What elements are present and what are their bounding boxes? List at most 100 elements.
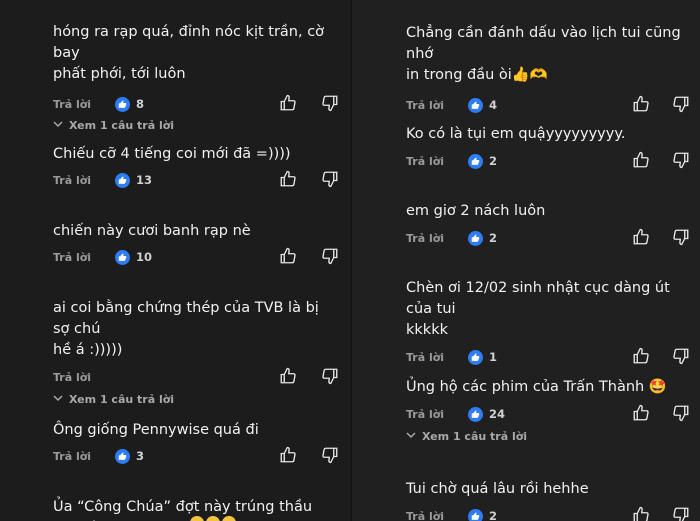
thumbs-up-icon[interactable]: [279, 247, 297, 265]
thumbs-up-icon[interactable]: [279, 446, 297, 464]
comment-item: em giơ 2 nách luôn Trả lời 2: [352, 201, 700, 249]
reply-button[interactable]: Trả lời: [406, 351, 468, 364]
like-count: 4: [489, 98, 498, 112]
like-icon: [468, 230, 483, 246]
reply-button[interactable]: Trả lời: [406, 99, 468, 112]
comment-item: Ông giống Pennywise quá đi Trả lời 3: [0, 420, 352, 467]
comment-actions: Trả lời 8: [53, 93, 352, 115]
like-count: 13: [136, 173, 153, 187]
comment-actions: Trả lời 10: [53, 246, 352, 268]
comment-text: Ko có là tụi em quậyyyyyyyyy.: [406, 126, 626, 142]
comment-item: Ủng hộ các phim của Trấn Thành 🤩 Trả lời…: [352, 377, 700, 443]
like-icon: [468, 508, 483, 521]
like-badge: 10: [115, 249, 153, 265]
comment-actions: Trả lời 3: [53, 445, 352, 467]
thumbs-up-icon[interactable]: [632, 347, 650, 365]
thumbs-up-icon[interactable]: [632, 151, 650, 169]
like-count: 10: [136, 250, 153, 264]
view-replies-button[interactable]: Xem 1 câu trả lời: [53, 119, 352, 132]
like-count: 2: [489, 509, 498, 521]
like-badge: 2: [468, 230, 498, 246]
comment-text: hóng ra rạp quá, đỉnh nóc kịt trần, cờ b…: [53, 24, 325, 82]
comment-text: Chiếu cỡ 4 tiếng coi mới đã =)))): [53, 146, 291, 162]
like-badge: 4: [468, 97, 498, 113]
view-replies-label: Xem 1 câu trả lời: [69, 393, 175, 406]
like-icon: [468, 153, 483, 169]
comment-text: chiến này cươi banh rạp nè: [53, 223, 251, 239]
reply-button[interactable]: Trả lời: [53, 98, 115, 111]
thumbs-up-icon[interactable]: [279, 94, 297, 112]
comments-column-left: hóng ra rạp quá, đỉnh nóc kịt trần, cờ b…: [0, 0, 352, 521]
like-icon: [115, 448, 130, 464]
thumbs-down-icon[interactable]: [672, 151, 690, 169]
comment-actions: Trả lời 2: [406, 227, 700, 249]
like-icon: [115, 172, 130, 188]
like-count: 8: [136, 97, 145, 111]
comment-actions: Trả lời 2: [406, 150, 700, 172]
like-count: 2: [489, 231, 498, 245]
comment-text: Ủa “Công Chúa” đợt này trúng thầu hay gì: [53, 499, 313, 521]
comment-item: Chẳng cần đánh dấu vào lịch tui cũng nhớ…: [352, 23, 700, 116]
like-badge: 1: [468, 349, 497, 365]
view-replies-label: Xem 1 câu trả lời: [422, 430, 528, 443]
reply-button[interactable]: Trả lời: [53, 371, 115, 384]
thumbs-down-icon[interactable]: [321, 94, 339, 112]
thumbs-up-icon[interactable]: [632, 404, 650, 422]
reply-button[interactable]: Trả lời: [53, 251, 115, 264]
comments-column-right: Chẳng cần đánh dấu vào lịch tui cũng nhớ…: [352, 0, 700, 521]
view-replies-button[interactable]: Xem 1 câu trả lời: [53, 393, 352, 406]
comment-item: Chiếu cỡ 4 tiếng coi mới đã =)))) Trả lờ…: [0, 144, 352, 191]
comment-actions: Trả lời 2: [406, 505, 700, 521]
like-icon: [468, 406, 483, 422]
comment-item: Chèn ơi 12/02 sinh nhật cục dàng út của …: [352, 278, 700, 368]
comment-text: Tui chờ quá lâu rồi hehhe: [406, 481, 589, 497]
thumbs-down-icon[interactable]: [672, 506, 690, 521]
like-icon: [115, 249, 130, 265]
view-replies-label: Xem 1 câu trả lời: [69, 119, 175, 132]
comment-item: chiến này cươi banh rạp nè Trả lời 10: [0, 221, 352, 268]
chevron-down-icon: [406, 430, 416, 443]
like-badge: 24: [468, 406, 505, 422]
thumbs-down-icon[interactable]: [321, 170, 339, 188]
thumbs-down-icon[interactable]: [672, 228, 690, 246]
view-replies-button[interactable]: Xem 1 câu trả lời: [406, 430, 700, 443]
comment-text: Ủng hộ các phim của Trấn Thành 🤩: [406, 379, 667, 395]
reply-button[interactable]: Trả lời: [53, 174, 115, 187]
comment-item: Ủa “Công Chúa” đợt này trúng thầu hay gì: [0, 497, 352, 521]
comment-item: hóng ra rạp quá, đỉnh nóc kịt trần, cờ b…: [0, 22, 352, 132]
comment-actions: Trả lời 24: [406, 403, 700, 425]
like-badge: 8: [115, 96, 145, 112]
thumbs-up-icon[interactable]: [632, 228, 650, 246]
thumbs-up-icon[interactable]: [279, 170, 297, 188]
thumbs-up-icon[interactable]: [632, 95, 650, 113]
like-count: 2: [489, 154, 498, 168]
thumbs-up-icon[interactable]: [279, 367, 297, 385]
like-badge: 2: [468, 508, 498, 521]
comment-item: ai coi bằng chứng thép của TVB là bị sợ …: [0, 298, 352, 406]
thumbs-down-icon[interactable]: [321, 446, 339, 464]
thumbs-down-icon[interactable]: [672, 404, 690, 422]
comment-text: Ông giống Pennywise quá đi: [53, 422, 259, 438]
thumbs-down-icon[interactable]: [321, 367, 339, 385]
reply-button[interactable]: Trả lời: [406, 510, 468, 521]
comment-text: Chèn ơi 12/02 sinh nhật cục dàng út của …: [406, 280, 670, 338]
reply-button[interactable]: Trả lời: [53, 450, 115, 463]
like-icon: [115, 96, 130, 112]
comment-actions: Trả lời 4: [406, 94, 700, 116]
like-badge: 13: [115, 172, 153, 188]
chevron-down-icon: [53, 393, 63, 406]
like-icon: [468, 349, 483, 365]
reply-button[interactable]: Trả lời: [406, 155, 468, 168]
like-count: 3: [136, 449, 145, 463]
thumbs-down-icon[interactable]: [672, 95, 690, 113]
thumbs-up-icon[interactable]: [632, 506, 650, 521]
comment-text: ai coi bằng chứng thép của TVB là bị sợ …: [53, 300, 319, 358]
reply-button[interactable]: Trả lời: [406, 408, 468, 421]
reply-button[interactable]: Trả lời: [406, 232, 468, 245]
chevron-down-icon: [53, 119, 63, 132]
thumbs-down-icon[interactable]: [321, 247, 339, 265]
like-icon: [468, 97, 483, 113]
thumbs-down-icon[interactable]: [672, 347, 690, 365]
like-badge: 3: [115, 448, 145, 464]
comment-actions: Trả lời 1: [406, 346, 700, 368]
